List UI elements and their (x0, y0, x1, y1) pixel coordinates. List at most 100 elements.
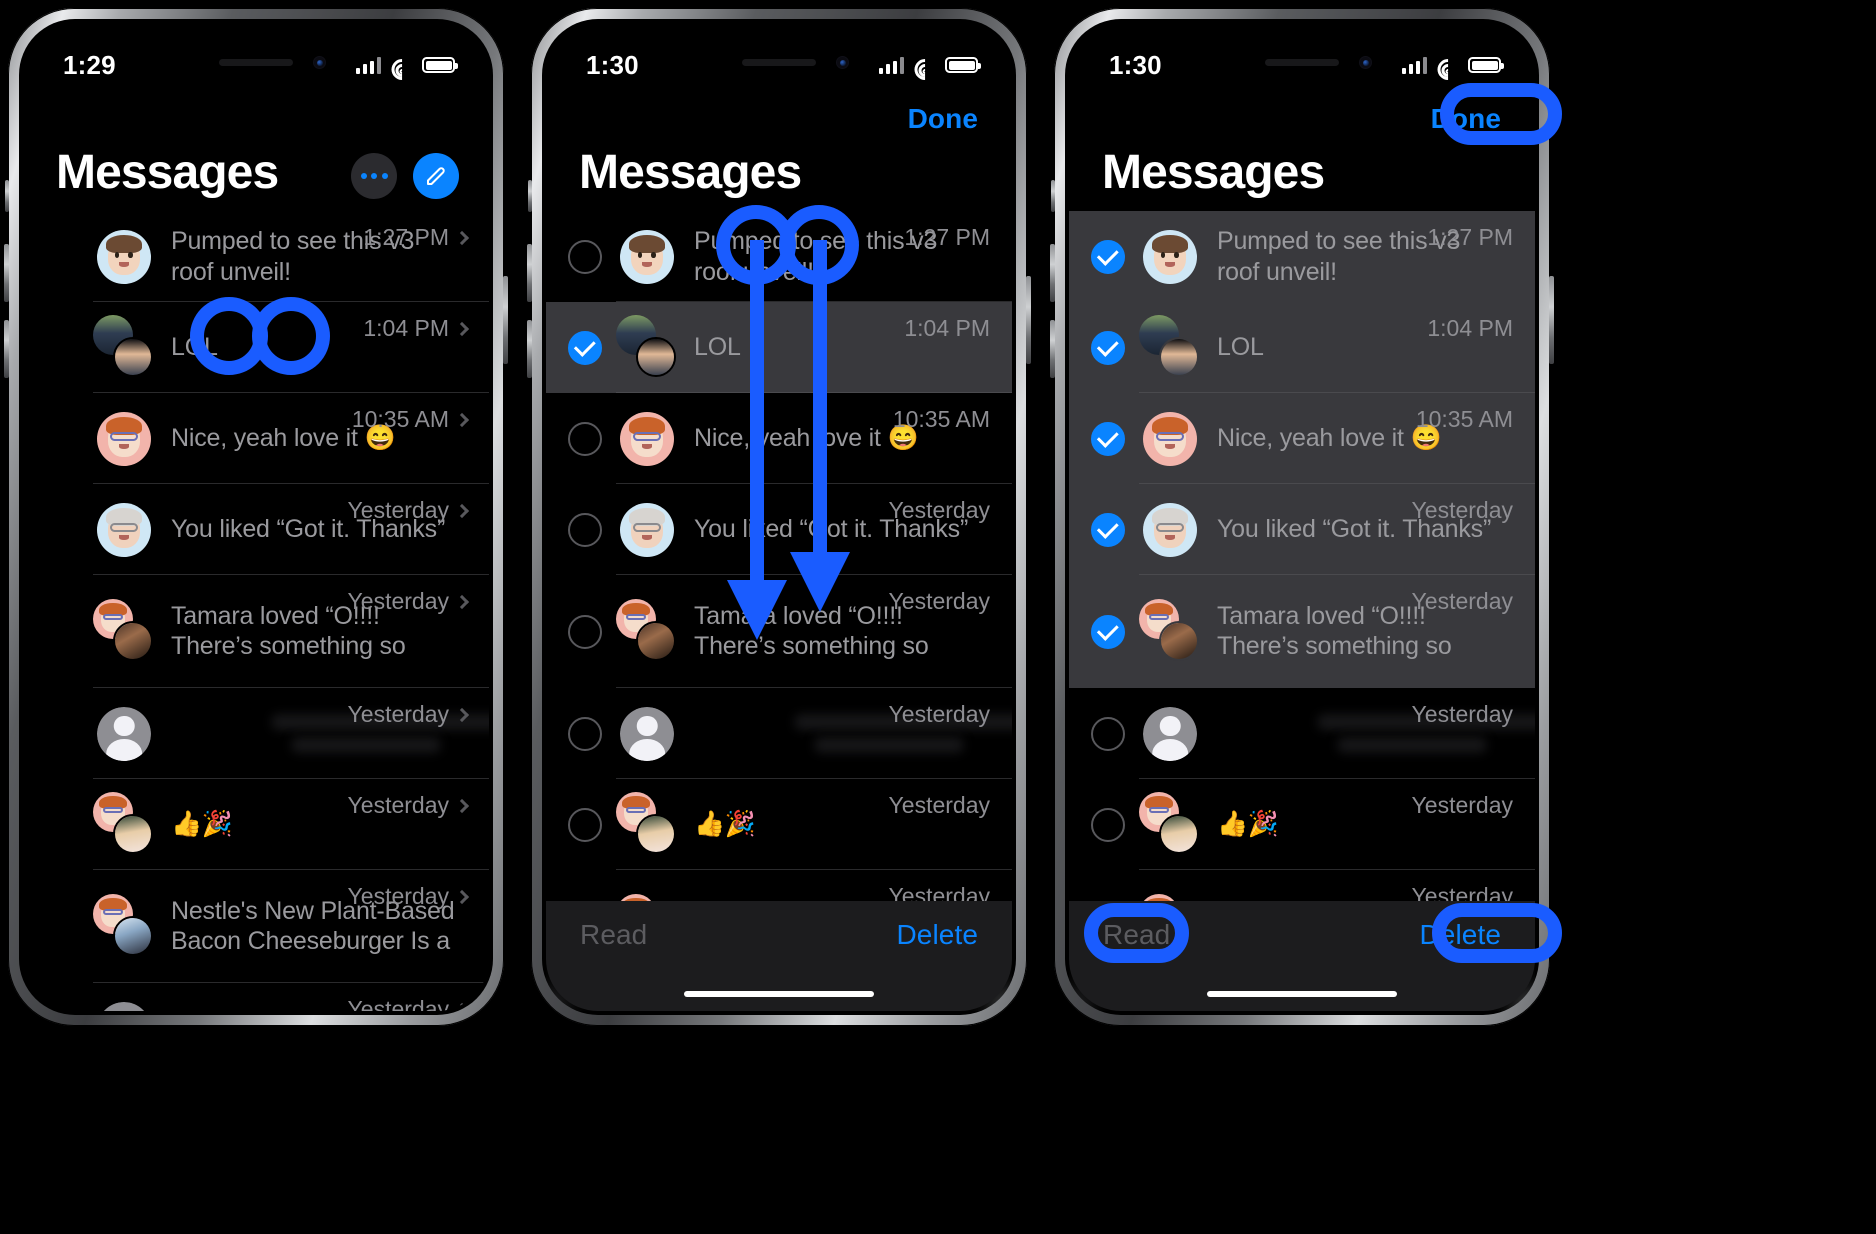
select-circle[interactable] (1091, 614, 1125, 649)
conversation-list[interactable]: Pumped to see this v3 roof unveil! 1:27 … (546, 211, 1012, 1011)
more-options-icon[interactable] (351, 153, 397, 199)
avatar (616, 314, 678, 379)
redacted-preview (814, 737, 964, 753)
select-circle[interactable] (1091, 239, 1125, 274)
select-circle[interactable] (1091, 807, 1125, 842)
list-item[interactable]: Nice, yeah love it 😄 10:35 AM (23, 393, 489, 484)
redacted-preview (291, 737, 441, 753)
home-indicator[interactable] (684, 991, 874, 997)
list-item[interactable]: You liked “Got it. Thanks” Yesterday (546, 484, 1012, 575)
list-item[interactable]: Tamara loved “O!!!! There’s something so… (1069, 575, 1535, 688)
read-button[interactable]: Read (580, 919, 647, 951)
volume-up-button[interactable] (1050, 244, 1055, 302)
select-circle[interactable] (1091, 421, 1125, 456)
side-button[interactable] (1549, 276, 1554, 364)
list-item[interactable]: Tamara loved “O!!!! There’s something so… (546, 575, 1012, 688)
chevron-right-icon (454, 1002, 470, 1011)
select-circle[interactable] (568, 807, 602, 842)
volume-down-button[interactable] (527, 320, 532, 378)
screenshot-stage: 1:29 Messages Pumped to see this v3 roof… (0, 0, 1876, 1234)
list-item[interactable]: Yesterday (546, 688, 1012, 779)
select-circle[interactable] (568, 421, 602, 456)
timestamp: Yesterday (888, 792, 990, 818)
battery-icon (422, 57, 458, 73)
battery-icon (1468, 57, 1504, 73)
list-item[interactable]: Pumped to see this v3 roof unveil! 1:27 … (1069, 211, 1535, 302)
avatar (1139, 791, 1201, 856)
list-item[interactable]: 👍🎉 Yesterday (546, 779, 1012, 870)
list-item[interactable]: Tamara loved “O!!!! There’s something so… (23, 575, 489, 688)
list-item[interactable]: LOL 1:04 PM (1069, 302, 1535, 393)
side-button[interactable] (1026, 276, 1031, 364)
select-circle[interactable] (568, 512, 602, 547)
volume-down-button[interactable] (4, 320, 9, 378)
avatar (620, 226, 678, 288)
avatar (620, 703, 678, 765)
delete-button[interactable]: Delete (896, 919, 978, 951)
list-item[interactable]: Pumped to see this v3 roof unveil! 1:27 … (23, 211, 489, 302)
list-item[interactable]: 👍🎉 Yesterday (1069, 779, 1535, 870)
timestamp: 1:04 PM (904, 315, 990, 341)
wifi-icon (1432, 54, 1463, 84)
chevron-right-icon (454, 798, 470, 813)
select-circle[interactable] (568, 239, 602, 274)
list-item[interactable]: Nice, yeah love it 😄 10:35 AM (546, 393, 1012, 484)
list-item[interactable]: Nestle's New Plant-Based Bacon Cheesebur… (23, 870, 489, 983)
list-item[interactable]: Yesterday (23, 983, 489, 1011)
timestamp: Yesterday (888, 701, 990, 727)
list-item[interactable]: You liked “Got it. Thanks” Yesterday (1069, 484, 1535, 575)
read-button[interactable]: Read (1103, 919, 1170, 951)
timestamp: 1:27 PM (363, 224, 449, 250)
done-button[interactable]: Done (1431, 103, 1501, 135)
select-circle[interactable] (568, 716, 602, 751)
nav-bar: Done (1069, 91, 1535, 147)
avatar (97, 703, 155, 765)
avatar (97, 499, 155, 561)
list-item[interactable]: LOL 1:04 PM (546, 302, 1012, 393)
avatar (93, 314, 155, 379)
volume-up-button[interactable] (4, 244, 9, 302)
home-indicator[interactable] (1207, 991, 1397, 997)
select-circle[interactable] (1091, 716, 1125, 751)
conversation-list[interactable]: Pumped to see this v3 roof unveil! 1:27 … (1069, 211, 1535, 1011)
avatar (93, 893, 155, 958)
generic-contact-icon (97, 706, 151, 761)
list-item[interactable]: LOL 1:04 PM (23, 302, 489, 393)
chevron-right-icon (454, 230, 470, 245)
page-title: Messages (1102, 146, 1325, 199)
select-circle[interactable] (568, 614, 602, 649)
chevron-right-icon (454, 503, 470, 518)
list-item[interactable]: Nice, yeah love it 😄 10:35 AM (1069, 393, 1535, 484)
timestamp: 1:27 PM (904, 224, 990, 250)
timestamp: Yesterday (347, 497, 449, 523)
done-button[interactable]: Done (908, 103, 978, 135)
delete-button[interactable]: Delete (1419, 919, 1501, 951)
status-time: 1:29 (63, 49, 116, 80)
list-item[interactable]: Pumped to see this v3 roof unveil! 1:27 … (546, 211, 1012, 302)
volume-up-button[interactable] (527, 244, 532, 302)
mute-switch[interactable] (1051, 180, 1055, 212)
list-item[interactable]: Yesterday (1069, 688, 1535, 779)
timestamp: 1:04 PM (363, 315, 449, 341)
mute-switch[interactable] (528, 180, 532, 212)
list-item[interactable]: 👍🎉 Yesterday (23, 779, 489, 870)
mute-switch[interactable] (5, 180, 9, 212)
compose-icon[interactable] (413, 153, 459, 199)
select-circle[interactable] (1091, 330, 1125, 365)
side-button[interactable] (503, 276, 508, 364)
avatar (93, 598, 155, 663)
select-circle[interactable] (1091, 512, 1125, 547)
phone-2-screen: 1:30 Done Messages Pumped to see this v3… (546, 23, 1012, 1011)
timestamp: 10:35 AM (1415, 406, 1513, 432)
wifi-icon (909, 54, 940, 84)
timestamp: Yesterday (1411, 588, 1513, 614)
list-item[interactable]: You liked “Got it. Thanks” Yesterday (23, 484, 489, 575)
conversation-list[interactable]: Pumped to see this v3 roof unveil! 1:27 … (23, 211, 489, 1011)
volume-down-button[interactable] (1050, 320, 1055, 378)
page-title: Messages (56, 146, 279, 199)
phone-3-screen: 1:30 Done Messages Pumped to see this v3… (1069, 23, 1535, 1011)
earpiece-speaker (742, 59, 816, 66)
list-item[interactable]: Yesterday (23, 688, 489, 779)
select-circle[interactable] (568, 330, 602, 365)
avatar (616, 598, 678, 663)
